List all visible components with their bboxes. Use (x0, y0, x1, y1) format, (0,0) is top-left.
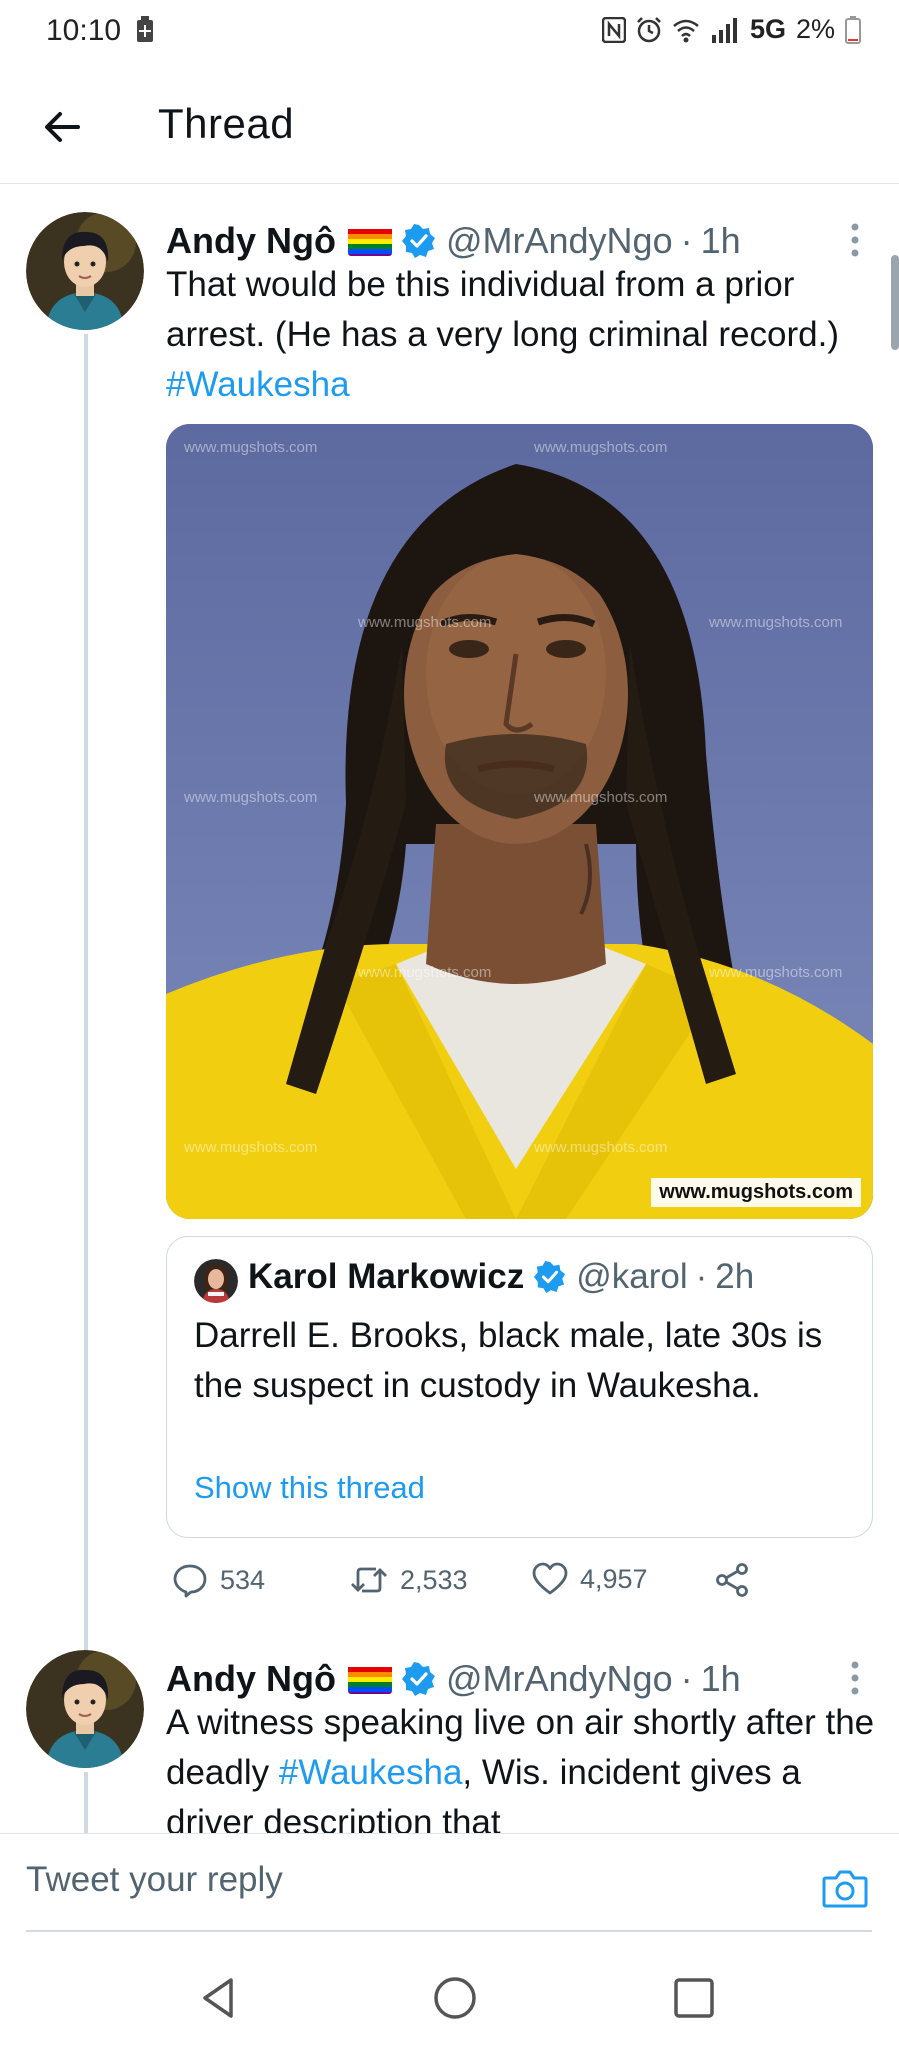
pride-flag-icon (347, 1664, 392, 1694)
camera-icon[interactable] (822, 1868, 868, 1908)
wifi-icon (673, 19, 699, 42)
author-name[interactable]: Andy Ngô (166, 220, 336, 262)
quote-author-handle: @karol (576, 1257, 688, 1296)
tweet[interactable]: Andy Ngô @MrAndyNgo · 1h A witness speak… (0, 1650, 899, 1833)
more-icon[interactable] (849, 1660, 861, 1696)
tweet-text-body: That would be this individual from a pri… (166, 265, 839, 354)
watermark: www.mugshots.com (708, 614, 842, 631)
pride-flag-icon (347, 226, 392, 256)
watermark: www.mugshots.com (533, 439, 667, 456)
system-nav-bar (0, 1940, 899, 2048)
reply-icon (173, 1564, 207, 1598)
quote-author-name: Karol Markowicz (248, 1257, 525, 1296)
reply-bar (0, 1833, 899, 1933)
scrollbar[interactable] (891, 255, 899, 350)
status-icons: 5G 2% (601, 14, 861, 45)
tweet-text: That would be this individual from a pri… (166, 260, 876, 410)
media-caption: www.mugshots.com (651, 1178, 861, 1207)
tweet-media[interactable]: www.mugshots.com www.mugshots.com www.mu… (166, 424, 873, 1219)
status-time: 10:10 (46, 14, 122, 47)
battery-percent: 2% (795, 14, 835, 44)
tweet-time: 1h (700, 220, 741, 261)
quote-text: Darrell E. Brooks, black male, late 30s … (194, 1316, 823, 1405)
author-handle[interactable]: @MrAndyNgo (446, 1658, 673, 1700)
separator-dot: · (680, 1658, 693, 1699)
like-count: 4,957 (580, 1563, 648, 1594)
watermark: www.mugshots.com (357, 614, 491, 631)
mugshot-image: www.mugshots.com www.mugshots.com www.mu… (166, 424, 873, 1219)
thread-line (84, 334, 88, 1734)
alarm-icon (637, 16, 661, 42)
nfc-icon (601, 16, 626, 43)
verified-icon (534, 1261, 566, 1293)
share-button[interactable] (714, 1562, 750, 1598)
watermark: www.mugshots.com (533, 1139, 667, 1156)
retweet-button[interactable]: 2,533 (350, 1562, 468, 1598)
watermark: www.mugshots.com (708, 964, 842, 981)
like-icon (532, 1562, 568, 1595)
battery-saver-icon (137, 16, 153, 42)
tweet-actions: 534 2,533 4,957 (166, 1562, 873, 1610)
more-icon[interactable] (849, 222, 861, 258)
reply-button[interactable]: 534 (172, 1562, 265, 1598)
hashtag-link[interactable]: #Waukesha (166, 365, 350, 404)
status-bar: 10:10 5G 2% (0, 0, 899, 64)
tweet-time: 1h (700, 1658, 741, 1699)
reply-count: 534 (220, 1564, 266, 1595)
separator-dot: · (680, 220, 693, 261)
like-button[interactable]: 4,957 (532, 1562, 648, 1596)
nav-back-icon[interactable] (195, 1974, 243, 2022)
quoted-tweet[interactable]: Karol Markowicz @karol · 2h Darrell E. B… (166, 1236, 873, 1538)
page-title: Thread (158, 100, 295, 147)
author-name[interactable]: Andy Ngô (166, 1658, 336, 1700)
watermark: www.mugshots.com (183, 439, 317, 456)
tweet-text: A witness speaking live on air shortly a… (166, 1698, 876, 1833)
back-arrow-icon[interactable] (38, 103, 86, 151)
watermark: www.mugshots.com (183, 1139, 317, 1156)
separator-dot: · (695, 1257, 708, 1296)
watermark: www.mugshots.com (357, 964, 491, 981)
quote-time: 2h (715, 1257, 755, 1296)
watermark: www.mugshots.com (183, 789, 317, 806)
nav-recents-icon[interactable] (670, 1974, 718, 2022)
thread-line (84, 1772, 88, 1833)
reply-input[interactable] (26, 1852, 786, 1908)
network-label: 5G (749, 14, 786, 44)
show-thread-link[interactable]: Show this thread (194, 1470, 425, 1506)
share-icon (716, 1563, 748, 1597)
watermark: www.mugshots.com (533, 789, 667, 806)
battery-icon (845, 15, 861, 44)
app-header: Thread (0, 68, 899, 184)
tweet-header: Andy Ngô @MrAndyNgo · 1h (166, 220, 741, 262)
verified-icon (401, 1662, 435, 1696)
tweet-header: Andy Ngô @MrAndyNgo · 1h (166, 1658, 741, 1700)
hashtag-link[interactable]: #Waukesha (279, 1753, 463, 1792)
reply-divider (26, 1930, 872, 1932)
nav-home-icon[interactable] (431, 1974, 479, 2022)
retweet-icon (351, 1567, 387, 1593)
retweet-count: 2,533 (400, 1564, 468, 1595)
avatar[interactable] (26, 212, 144, 330)
quote-header: Karol Markowicz @karol · 2h (248, 1257, 754, 1297)
signal-icon (711, 17, 737, 43)
avatar[interactable] (26, 1650, 144, 1768)
verified-icon (401, 224, 435, 258)
author-handle[interactable]: @MrAndyNgo (446, 220, 673, 262)
quote-avatar (194, 1259, 238, 1303)
